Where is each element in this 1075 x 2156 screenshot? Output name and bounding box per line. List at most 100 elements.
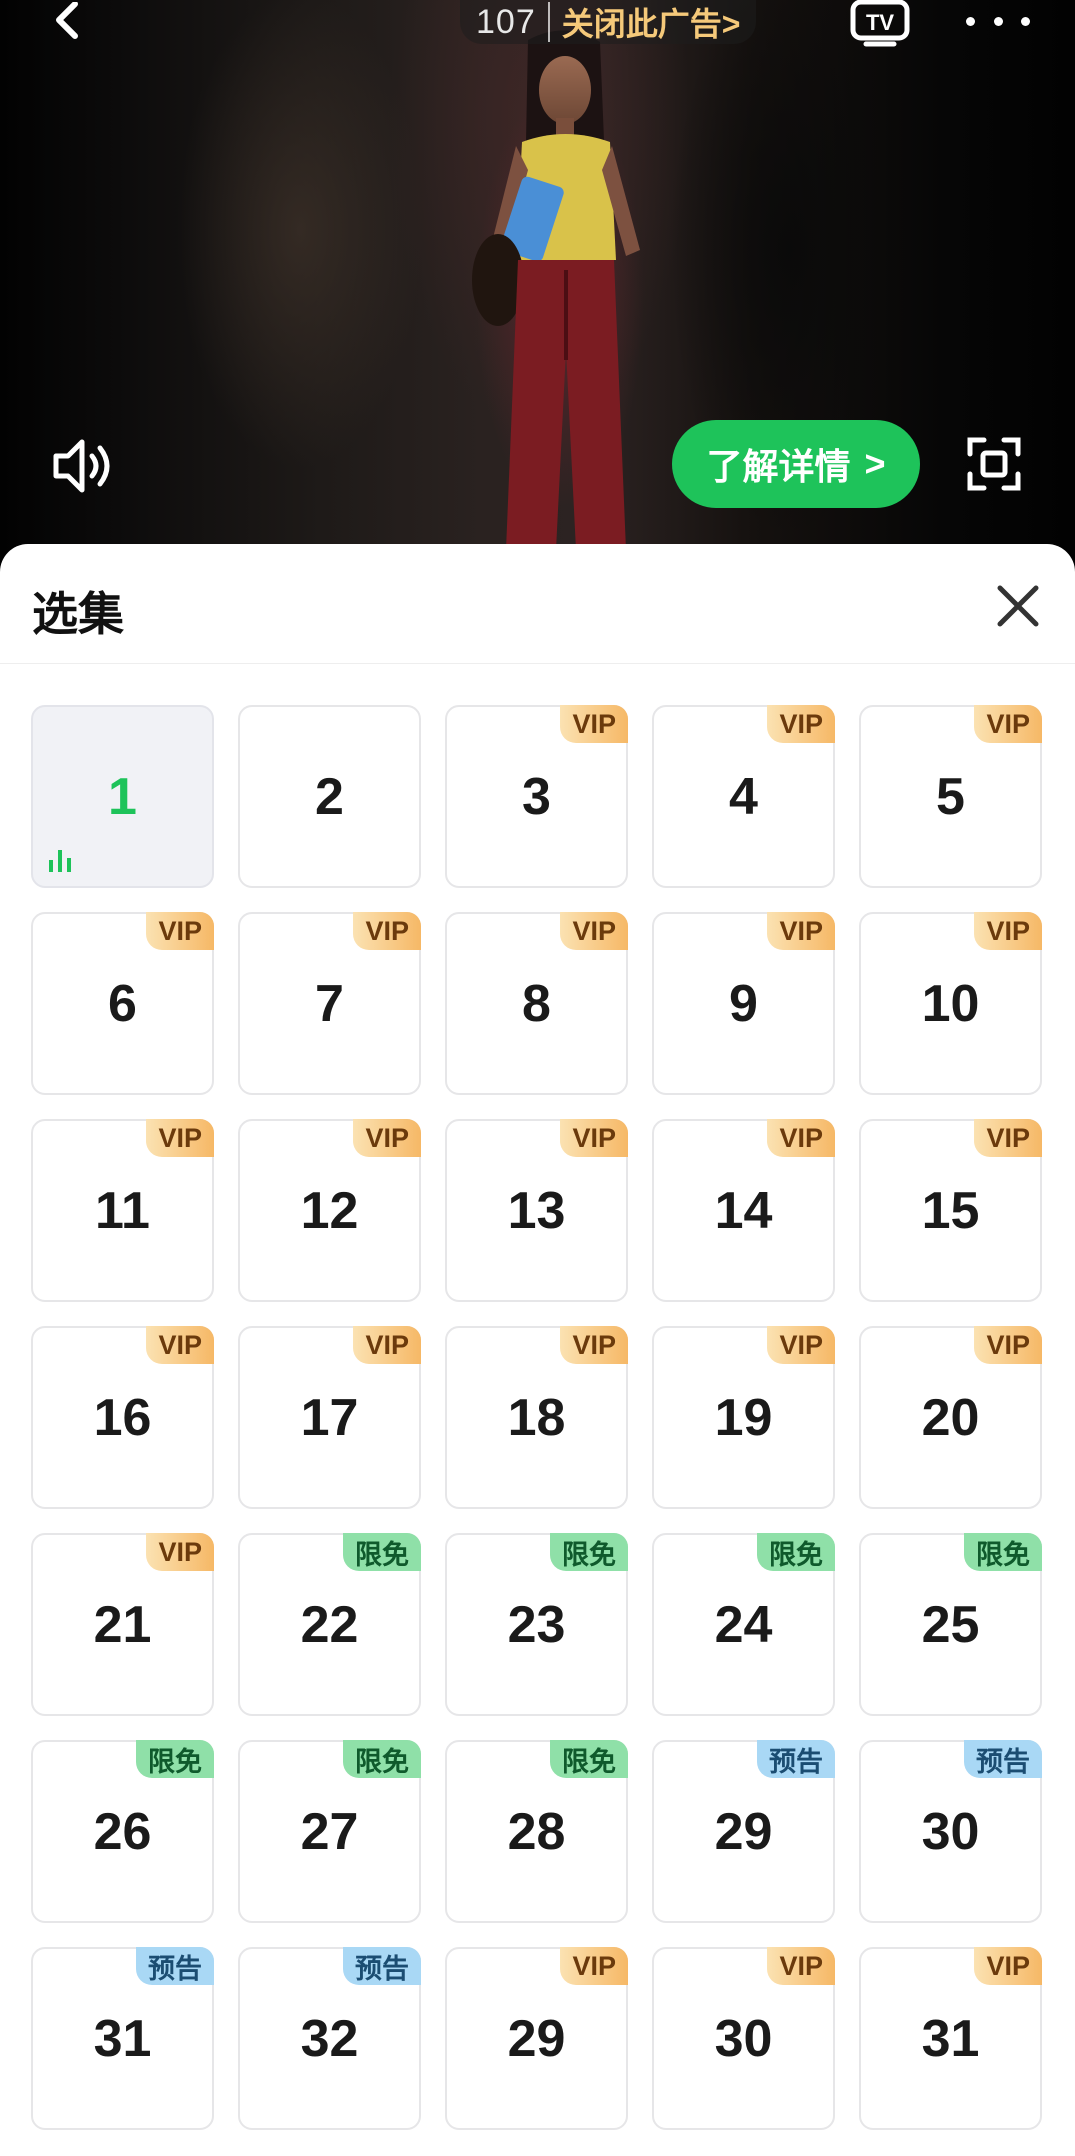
episode-item[interactable]: 3 VIP xyxy=(445,705,628,888)
free-badge: 限免 xyxy=(550,1740,628,1778)
free-badge: 限免 xyxy=(550,1533,628,1571)
episode-item[interactable]: 23 限免 xyxy=(445,1533,628,1716)
learn-more-label: 了解详情 xyxy=(706,446,851,487)
episode-number: 2 xyxy=(315,767,344,826)
episode-number: 21 xyxy=(93,1595,152,1654)
episode-item[interactable]: 5 VIP xyxy=(859,705,1042,888)
episode-item[interactable]: 15 VIP xyxy=(859,1119,1042,1302)
fullscreen-icon xyxy=(967,437,1021,491)
more-button[interactable] xyxy=(966,6,1030,36)
episode-item[interactable]: 30 预告 xyxy=(859,1740,1042,1923)
episode-number: 23 xyxy=(507,1595,566,1654)
close-sheet-button[interactable] xyxy=(992,580,1044,632)
episode-item[interactable]: 16 VIP xyxy=(31,1326,214,1509)
episode-item[interactable]: 19 VIP xyxy=(652,1326,835,1509)
free-badge: 限免 xyxy=(343,1533,421,1571)
episode-item[interactable]: 6 VIP xyxy=(31,912,214,1095)
episode-item[interactable]: 22 限免 xyxy=(238,1533,421,1716)
episode-selector-sheet: 选集 1 2 3 VIP 4 VIP 5 VIP 6 VIP 7 VIP 8 VIP 9 VIP 10 VIP 11… xyxy=(0,544,1075,2156)
episode-item[interactable]: 8 VIP xyxy=(445,912,628,1095)
episode-number: 11 xyxy=(95,1181,150,1240)
episode-number: 8 xyxy=(522,974,551,1033)
more-icon-dot xyxy=(993,16,1003,26)
ad-countdown-pill: 107 关闭此广告> xyxy=(460,0,757,45)
episode-number: 24 xyxy=(714,1595,773,1654)
episode-number: 14 xyxy=(714,1181,773,1240)
tv-cast-icon: TV xyxy=(850,0,910,47)
episode-number: 4 xyxy=(729,767,758,826)
episode-number: 30 xyxy=(921,1802,980,1861)
episode-item[interactable]: 13 VIP xyxy=(445,1119,628,1302)
episode-number: 28 xyxy=(507,1802,566,1861)
episode-item[interactable]: 31 预告 xyxy=(31,1947,214,2130)
episode-number: 25 xyxy=(921,1595,980,1654)
vip-badge: VIP xyxy=(353,1326,421,1364)
player-top-bar: 107 关闭此广告> TV xyxy=(0,0,1075,50)
vip-badge: VIP xyxy=(560,912,628,950)
episode-number: 17 xyxy=(300,1388,359,1447)
ad-countdown: 107 xyxy=(476,2,536,41)
episode-item[interactable]: 29 预告 xyxy=(652,1740,835,1923)
episode-item[interactable]: 10 VIP xyxy=(859,912,1042,1095)
episode-item[interactable]: 31 VIP xyxy=(859,1947,1042,2130)
vip-badge: VIP xyxy=(767,912,835,950)
episode-item[interactable]: 25 限免 xyxy=(859,1533,1042,1716)
vip-badge: VIP xyxy=(767,1326,835,1364)
episode-number: 3 xyxy=(522,767,551,826)
vip-badge: VIP xyxy=(560,1947,628,1985)
episode-number: 16 xyxy=(93,1388,152,1447)
episode-item[interactable]: 11 VIP xyxy=(31,1119,214,1302)
episode-number: 18 xyxy=(507,1388,566,1447)
free-badge: 限免 xyxy=(136,1740,214,1778)
vip-badge: VIP xyxy=(974,1119,1042,1157)
episode-item[interactable]: 30 VIP xyxy=(652,1947,835,2130)
episode-number: 31 xyxy=(93,2009,152,2068)
episode-item[interactable]: 12 VIP xyxy=(238,1119,421,1302)
episode-item[interactable]: 29 VIP xyxy=(445,1947,628,2130)
episode-number: 27 xyxy=(300,1802,359,1861)
vip-badge: VIP xyxy=(146,1326,214,1364)
tv-cast-button[interactable]: TV xyxy=(850,0,910,48)
episode-item[interactable]: 14 VIP xyxy=(652,1119,835,1302)
vip-badge: VIP xyxy=(767,1947,835,1985)
vip-badge: VIP xyxy=(146,912,214,950)
episode-number: 9 xyxy=(729,974,758,1033)
sheet-header: 选集 xyxy=(0,544,1075,664)
vip-badge: VIP xyxy=(767,705,835,743)
preview-badge: 预告 xyxy=(757,1740,835,1778)
video-player[interactable]: 107 关闭此广告> TV 了解详情 > xyxy=(0,0,1075,560)
episode-item[interactable]: 20 VIP xyxy=(859,1326,1042,1509)
episode-item[interactable]: 4 VIP xyxy=(652,705,835,888)
blurred-figure-left xyxy=(120,0,480,560)
episode-item[interactable]: 1 xyxy=(31,705,214,888)
vip-badge: VIP xyxy=(353,912,421,950)
episode-item[interactable]: 24 限免 xyxy=(652,1533,835,1716)
vip-badge: VIP xyxy=(560,1326,628,1364)
episode-item[interactable]: 26 限免 xyxy=(31,1740,214,1923)
volume-button[interactable] xyxy=(50,436,116,496)
vip-badge: VIP xyxy=(560,705,628,743)
now-playing-icon xyxy=(49,850,71,872)
episode-item[interactable]: 32 预告 xyxy=(238,1947,421,2130)
learn-more-button[interactable]: 了解详情 > xyxy=(672,420,920,508)
episode-item[interactable]: 17 VIP xyxy=(238,1326,421,1509)
close-ad-button[interactable]: 关闭此广告> xyxy=(562,0,741,45)
vip-badge: VIP xyxy=(974,705,1042,743)
vip-badge: VIP xyxy=(146,1119,214,1157)
episode-item[interactable]: 7 VIP xyxy=(238,912,421,1095)
episode-item[interactable]: 21 VIP xyxy=(31,1533,214,1716)
episode-number: 22 xyxy=(300,1595,359,1654)
episode-number: 6 xyxy=(108,974,137,1033)
ad-divider xyxy=(547,2,550,42)
episode-number: 31 xyxy=(921,2009,980,2068)
episode-item[interactable]: 2 xyxy=(238,705,421,888)
chevron-right-icon: > xyxy=(864,443,886,484)
fullscreen-button[interactable] xyxy=(966,436,1022,492)
episode-item[interactable]: 28 限免 xyxy=(445,1740,628,1923)
episode-number: 32 xyxy=(300,2009,359,2068)
episode-item[interactable]: 18 VIP xyxy=(445,1326,628,1509)
episode-item[interactable]: 9 VIP xyxy=(652,912,835,1095)
episode-item[interactable]: 27 限免 xyxy=(238,1740,421,1923)
back-button[interactable] xyxy=(44,0,88,44)
free-badge: 限免 xyxy=(964,1533,1042,1571)
